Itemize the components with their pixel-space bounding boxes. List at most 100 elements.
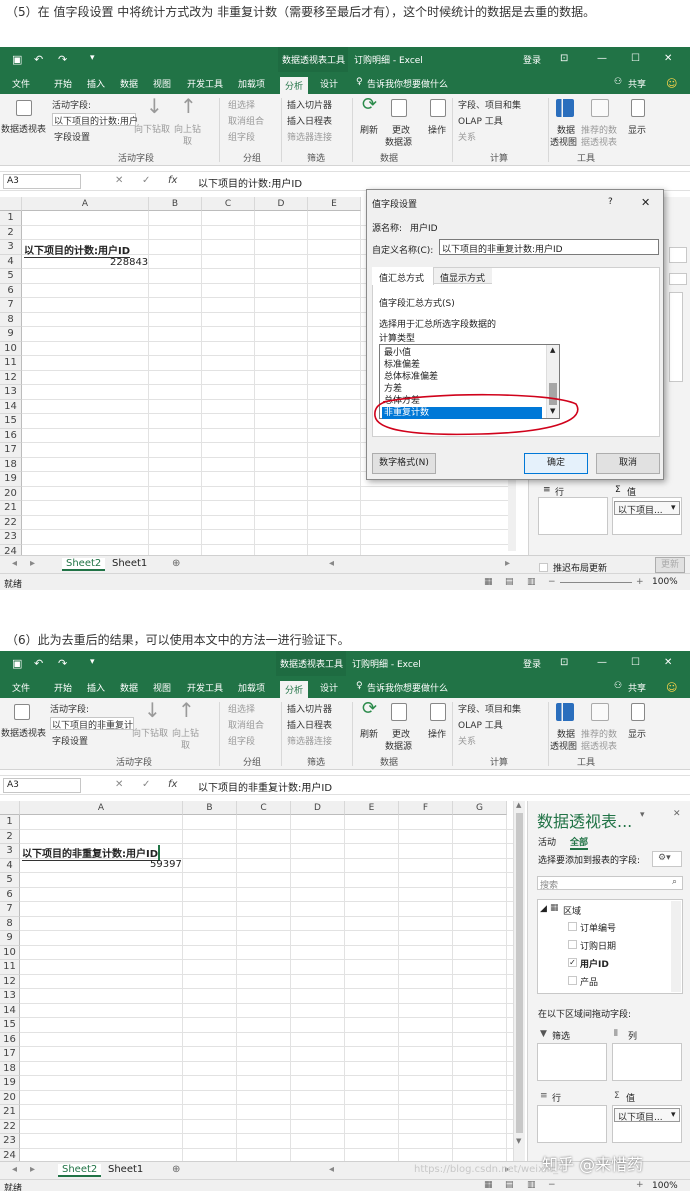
field-checkbox-product[interactable] <box>568 976 577 985</box>
insert-timeline-button[interactable]: 插入日程表 <box>287 114 332 127</box>
rows-drop-area[interactable] <box>537 1105 607 1143</box>
update-button[interactable]: 更新 <box>655 557 685 573</box>
pane-search-icon[interactable] <box>669 273 687 285</box>
minimize-button[interactable]: — <box>597 53 607 64</box>
relationships-button[interactable]: 关系 <box>458 130 476 143</box>
row-header[interactable]: 2 <box>0 829 20 844</box>
insert-slicer-button[interactable]: 插入切片器 <box>287 98 332 111</box>
row-header[interactable]: 1 <box>0 211 22 226</box>
group-selection-button[interactable]: 组选择 <box>228 702 255 715</box>
row-header[interactable]: 7 <box>0 902 20 917</box>
sheet-tab-sheet2[interactable]: Sheet2 <box>58 1164 102 1177</box>
option-stdevp[interactable]: 总体标准偏差 <box>382 371 544 383</box>
row-header[interactable]: 23 <box>0 1134 20 1149</box>
cancel-icon[interactable]: ✕ <box>115 779 123 790</box>
row-header[interactable]: 21 <box>0 501 22 516</box>
option-min[interactable]: 最小值 <box>382 347 544 359</box>
row-header[interactable]: 3 <box>0 240 22 255</box>
row-header[interactable]: 1 <box>0 815 20 830</box>
maximize-button[interactable]: ☐ <box>631 657 640 668</box>
hscroll-right-icon[interactable]: ▸ <box>505 558 510 569</box>
page-layout-icon[interactable]: ▤ <box>505 1180 514 1190</box>
sheet-tab-sheet1[interactable]: Sheet1 <box>108 1164 143 1175</box>
close-button[interactable]: ✕ <box>664 53 672 64</box>
olap-tools-button[interactable]: OLAP 工具 <box>458 114 503 127</box>
row-header[interactable]: 8 <box>0 312 22 327</box>
fields-items-sets-button[interactable]: 字段、项目和集 <box>458 98 521 111</box>
tell-me-box[interactable]: 告诉我你想要做什么 <box>367 77 448 90</box>
column-header-g[interactable]: G <box>453 801 507 815</box>
row-header[interactable]: 10 <box>0 945 20 960</box>
column-header-f[interactable]: F <box>399 801 453 815</box>
column-header-d[interactable]: D <box>291 801 345 815</box>
column-header-c[interactable]: C <box>237 801 291 815</box>
refresh-button[interactable]: 刷新 <box>360 123 378 136</box>
tab-analyze[interactable]: 分析 <box>280 77 309 94</box>
tab-insert[interactable]: 插入 <box>87 77 105 90</box>
worksheet-grid[interactable]: A B C D E F G 1 2 3 4 5 6 7 8 9 10 11 12 13 14 15 16 17 1… <box>0 801 526 1163</box>
values-chip-dropdown-icon[interactable]: ▾ <box>671 1110 676 1120</box>
tab-developer[interactable]: 开发工具 <box>187 681 223 694</box>
ungroup-button[interactable]: 取消组合 <box>228 114 264 127</box>
filters-drop-area[interactable] <box>537 1043 607 1081</box>
row-header[interactable]: 6 <box>0 283 22 298</box>
row-header[interactable]: 16 <box>0 428 22 443</box>
row-header[interactable]: 18 <box>0 457 22 472</box>
redo-icon[interactable]: ↷ <box>58 53 67 66</box>
column-header-a[interactable]: A <box>22 197 149 211</box>
enter-icon[interactable]: ✓ <box>142 175 150 186</box>
row-header[interactable]: 13 <box>0 385 22 400</box>
number-format-button[interactable]: 数字格式(N) <box>372 453 436 474</box>
columns-drop-area[interactable] <box>612 1043 682 1081</box>
tab-insert[interactable]: 插入 <box>87 681 105 694</box>
normal-view-icon[interactable]: ▦ <box>484 577 493 587</box>
name-box[interactable]: A3 <box>3 778 81 793</box>
row-header[interactable]: 14 <box>0 1003 20 1018</box>
refresh-button[interactable]: 刷新 <box>360 727 378 740</box>
zoom-in-icon[interactable]: + <box>636 1180 644 1190</box>
vscroll-down-icon[interactable]: ▼ <box>516 1137 521 1145</box>
tab-home[interactable]: 开始 <box>54 681 72 694</box>
sheet-prev-icon[interactable]: ◂ <box>12 558 17 569</box>
undo-icon[interactable]: ↶ <box>34 657 43 670</box>
pane-tab-active[interactable]: 活动 <box>538 835 556 848</box>
actions-button[interactable]: 操作 <box>428 123 446 136</box>
fx-icon[interactable]: fx <box>168 175 177 186</box>
qat-more-icon[interactable]: ▾ <box>90 53 95 63</box>
row-header[interactable]: 19 <box>0 472 22 487</box>
enter-icon[interactable]: ✓ <box>142 779 150 790</box>
row-header[interactable]: 23 <box>0 530 22 545</box>
tab-file[interactable]: 文件 <box>12 77 30 90</box>
row-header[interactable]: 9 <box>0 327 22 342</box>
column-header-b[interactable]: B <box>149 197 202 211</box>
undo-icon[interactable]: ↶ <box>34 53 43 66</box>
sheet-next-icon[interactable]: ▸ <box>30 558 35 569</box>
row-header[interactable]: 16 <box>0 1032 20 1047</box>
save-icon[interactable]: ▣ <box>12 53 22 66</box>
close-button[interactable]: ✕ <box>664 657 672 668</box>
group-field-button[interactable]: 组字段 <box>228 734 255 747</box>
minimize-button[interactable]: — <box>597 657 607 668</box>
row-header[interactable]: 5 <box>0 873 20 888</box>
column-header-b[interactable]: B <box>183 801 237 815</box>
table-expand-icon[interactable]: ◢ <box>540 904 547 914</box>
tab-file[interactable]: 文件 <box>12 681 30 694</box>
save-icon[interactable]: ▣ <box>12 657 22 670</box>
row-header[interactable]: 13 <box>0 989 20 1004</box>
tab-design[interactable]: 设计 <box>320 681 338 694</box>
row-header[interactable]: 19 <box>0 1076 20 1091</box>
cell-a4-pivot-value[interactable]: 228843 <box>110 257 148 268</box>
column-header-d[interactable]: D <box>255 197 308 211</box>
formula-input[interactable]: 以下项目的计数:用户ID <box>198 175 302 190</box>
tab-view[interactable]: 视图 <box>153 681 171 694</box>
row-header[interactable]: 20 <box>0 1090 20 1105</box>
row-header[interactable]: 11 <box>0 356 22 371</box>
row-header[interactable]: 15 <box>0 1018 20 1033</box>
rows-drop-area[interactable] <box>538 497 608 535</box>
cancel-button[interactable]: 取消 <box>596 453 660 474</box>
formula-input[interactable]: 以下项目的非重复计数:用户ID <box>198 779 332 794</box>
maximize-button[interactable]: ☐ <box>631 53 640 64</box>
page-break-icon[interactable]: ▥ <box>527 1180 536 1190</box>
tab-developer[interactable]: 开发工具 <box>187 77 223 90</box>
sheet-tab-sheet2[interactable]: Sheet2 <box>62 558 106 571</box>
